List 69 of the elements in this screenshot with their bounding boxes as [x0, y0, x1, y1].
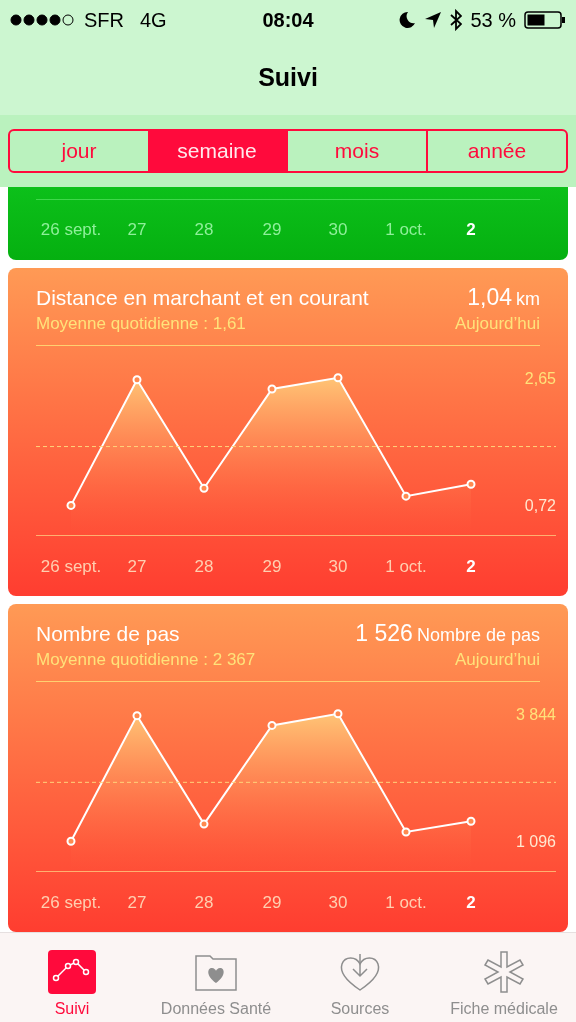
metric-title: Nombre de pas [36, 622, 180, 646]
data-point [466, 816, 476, 826]
tab-bar-item[interactable]: Données Santé [144, 933, 288, 1022]
network-label: 4G [140, 8, 167, 32]
data-point [132, 375, 142, 385]
battery-label: 53 % [470, 8, 516, 32]
daily-average: Moyenne quotidienne : 1,61 [36, 314, 246, 334]
data-point [333, 373, 343, 383]
signal-icon [10, 14, 76, 26]
date-label: 28 [194, 220, 214, 240]
period-tab[interactable]: jour [10, 131, 148, 171]
data-point [199, 483, 209, 493]
tab-bar-item[interactable]: Suivi [0, 933, 144, 1022]
date-label: 29 [262, 220, 282, 240]
data-point [333, 709, 343, 719]
metric-card[interactable]: Distance en marchant et en courant 1,04 km Moyenne quotidienne : 1,61 Aujourd’hui 2,65 0,72 26 sept. 27 28 29 30 1 oct. 2 [8, 268, 568, 596]
metric-value: 1 526 [355, 620, 413, 647]
tab-bar-item[interactable]: Sources [288, 933, 432, 1022]
date-label: 29 [262, 893, 282, 912]
date-label: 2 [466, 557, 476, 576]
metric-card[interactable]: Nombre de pas 1 526 Nombre de pas Moyenne quotidienne : 2 367 Aujourd’hui 3 844 1 096 26 sept. 27 28 29 30 1 oct. 2 [8, 604, 568, 932]
axis-label: 0,72 [524, 497, 556, 515]
date-label: 1 oct. [385, 557, 427, 576]
date-label: 30 [328, 893, 348, 912]
date-label: 30 [328, 220, 348, 240]
tab-bar-item[interactable]: Fiche médicale [432, 933, 576, 1022]
date-label: 1 oct. [385, 220, 427, 240]
data-point [401, 491, 411, 501]
date-label: 26 sept. [40, 893, 102, 912]
period-tab[interactable]: année [426, 131, 566, 171]
metric-unit: km [516, 289, 540, 310]
day-label: Aujourd’hui [454, 650, 540, 670]
date-label: 28 [194, 557, 214, 576]
data-point [199, 819, 209, 829]
moon-icon [398, 11, 417, 29]
battery-icon [524, 11, 566, 29]
data-point [267, 720, 277, 730]
metric-unit: Nombre de pas [416, 625, 540, 646]
date-label: 2 [466, 220, 476, 240]
date-label: 26 sept. [40, 220, 102, 240]
date-label: 28 [194, 893, 214, 912]
metric-title: Distance en marchant et en courant [36, 286, 369, 310]
data-point [66, 500, 76, 510]
period-tab[interactable]: mois [286, 131, 426, 171]
date-label: 2 [466, 893, 476, 912]
period-tab[interactable]: semaine [148, 131, 286, 171]
metric-value: 1,04 [467, 284, 512, 311]
axis-label: 1 096 [515, 833, 556, 851]
carrier-label: SFR [84, 8, 124, 32]
clock-label: 08:04 [262, 8, 314, 31]
axis-label: 3 844 [515, 705, 556, 723]
date-label: 27 [127, 220, 147, 240]
data-point [466, 479, 476, 489]
date-label: 27 [127, 557, 147, 576]
bluetooth-icon [450, 9, 463, 31]
daily-average: Moyenne quotidienne : 2 367 [36, 650, 256, 670]
data-point [267, 384, 277, 394]
axis-label: 2,65 [524, 369, 556, 387]
page-title: Suivi [258, 63, 318, 92]
date-label: 26 sept. [40, 557, 102, 576]
data-point [132, 711, 142, 721]
day-label: Aujourd’hui [454, 314, 540, 334]
location-icon [424, 11, 443, 29]
date-label: 27 [127, 893, 147, 912]
date-label: 30 [328, 557, 348, 576]
date-label: 1 oct. [385, 893, 427, 912]
date-label: 29 [262, 557, 282, 576]
data-point [66, 836, 76, 846]
data-point [401, 827, 411, 837]
